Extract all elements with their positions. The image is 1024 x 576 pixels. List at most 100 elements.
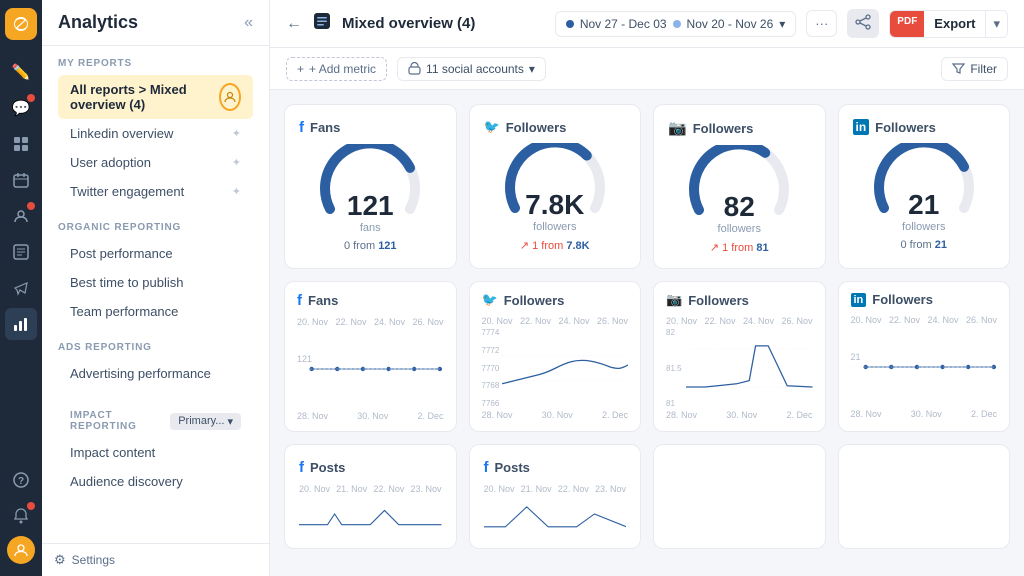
chart-fb-fans-title: Fans (308, 293, 338, 308)
user-action-icon[interactable] (219, 83, 241, 111)
export-button[interactable]: Export (924, 11, 985, 37)
settings-label: Settings (72, 553, 115, 567)
card-instagram-followers: 📷 Followers 82 followers ↗ 1 from 81 (653, 104, 826, 269)
svg-text:?: ? (18, 476, 24, 487)
nav-notifications[interactable] (5, 500, 37, 532)
chart-ig-bottom-labels: 28. Nov30. Nov2. Dec (666, 410, 813, 420)
chart-twitter-followers-title: Followers (504, 293, 565, 308)
sidebar-item-active-report[interactable]: All reports > Mixed overview (4) (58, 75, 253, 119)
toolbar: + + Add metric 11 social accounts ▾ Filt… (270, 48, 1024, 90)
export-arrow-button[interactable]: ▾ (985, 11, 1007, 37)
nav-analytics[interactable] (5, 308, 37, 340)
impact-badge-button[interactable]: Primary... ▾ (170, 413, 241, 430)
chart-twitter-bottom-labels: 28. Nov30. Nov2. Dec (482, 410, 629, 420)
posts-1-x-labels: 20. Nov21. Nov22. Nov23. Nov (299, 484, 442, 494)
chart-instagram-icon: 📷 (666, 292, 682, 308)
team-performance-label: Team performance (70, 304, 178, 319)
sidebar-item-team[interactable]: Team performance (58, 297, 253, 326)
chart-fb-fans: f Fans 20. Nov22. Nov24. Nov26. Nov 121 (284, 281, 457, 432)
topbar: ← Mixed overview (4) Nov 27 - Dec 03 Nov… (270, 0, 1024, 48)
topbar-title: Mixed overview (4) (342, 15, 545, 32)
posts-card-2-header: f Posts (484, 459, 627, 476)
chart-ig-top-labels: 20. Nov22. Nov24. Nov26. Nov (666, 316, 813, 326)
twitter-followers-change: ↗ 1 from 7.8K (520, 239, 590, 252)
inbox-badge (27, 94, 35, 102)
date-dot-secondary (673, 20, 681, 28)
chart-fb-area: 121 (297, 329, 444, 409)
my-reports-label: MY REPORTS (58, 58, 253, 69)
post-performance-label: Post performance (70, 246, 173, 261)
posts-fb-icon-1: f (299, 459, 304, 476)
accounts-label: 11 social accounts (426, 62, 524, 76)
chart-linkedin-followers: in Followers 20. Nov22. Nov24. Nov26. No… (838, 281, 1011, 432)
twitter-pin-icon: ✦ (232, 185, 241, 198)
accounts-button[interactable]: 11 social accounts ▾ (397, 57, 546, 81)
nav-help[interactable]: ? (5, 464, 37, 496)
settings-gear-icon: ⚙ (54, 552, 66, 568)
sidebar-item-best-time[interactable]: Best time to publish (58, 268, 253, 297)
sidebar-item-advertising[interactable]: Advertising performance (58, 359, 253, 388)
sidebar-item-audience[interactable]: Audience discovery (58, 467, 253, 496)
nav-user-alert[interactable] (7, 536, 35, 564)
chart-twitter-followers: 🐦 Followers 20. Nov22. Nov24. Nov26. Nov… (469, 281, 642, 432)
impact-row: IMPACT REPORTING Primary... ▾ (58, 404, 253, 438)
nav-compose[interactable]: ✏️ (5, 56, 37, 88)
impact-badge-label: Primary... (178, 415, 224, 427)
posts-2-x-labels: 20. Nov21. Nov22. Nov23. Nov (484, 484, 627, 494)
instagram-followers-gauge: 82 followers ↗ 1 from 81 (668, 145, 811, 254)
sidebar-collapse-button[interactable]: « (244, 14, 253, 32)
sidebar-header: Analytics « (42, 0, 269, 46)
nav-publishing[interactable] (5, 128, 37, 160)
filter-button[interactable]: Filter (941, 57, 1008, 81)
card-twitter-header: 🐦 Followers (484, 119, 627, 135)
fb-icon: f (299, 119, 304, 136)
posts-card-3 (653, 444, 826, 549)
sidebar-item-twitter[interactable]: Twitter engagement ✦ (58, 177, 253, 206)
linkedin-followers-gauge: 21 followers 0 from 21 (853, 143, 996, 251)
nav-reports[interactable] (5, 236, 37, 268)
card-fb-fans-header: f Fans (299, 119, 442, 136)
chart-twitter-icon: 🐦 (482, 292, 498, 308)
nav-campaigns[interactable] (5, 272, 37, 304)
posts-card-1-title: Posts (310, 460, 345, 475)
sidebar-item-user-adoption[interactable]: User adoption ✦ (58, 148, 253, 177)
more-options-button[interactable]: ··· (806, 10, 837, 37)
chart-twitter-area: 77747772777077687766 (482, 328, 629, 408)
card-linkedin-followers: in Followers 21 followers 0 from 21 (838, 104, 1011, 269)
filter-label: Filter (970, 62, 997, 76)
nav-calendar[interactable] (5, 164, 37, 196)
nav-inbox[interactable]: 💬 (5, 92, 37, 124)
card-linkedin-header: in Followers (853, 119, 996, 135)
user-adoption-pin-icon: ✦ (232, 156, 241, 169)
posts-card-2: f Posts 20. Nov21. Nov22. Nov23. Nov (469, 444, 642, 549)
instagram-followers-label: followers (718, 223, 761, 235)
card-twitter-followers: 🐦 Followers 7.8K followers ↗ 1 from 7.8K (469, 104, 642, 269)
twitter-followers-gauge: 7.8K followers ↗ 1 from 7.8K (484, 143, 627, 252)
sidebar-item-impact-content[interactable]: Impact content (58, 438, 253, 467)
share-button[interactable] (847, 9, 879, 38)
date-range-button[interactable]: Nov 27 - Dec 03 Nov 20 - Nov 26 ▾ (555, 11, 796, 37)
brand-logo[interactable] (5, 8, 37, 40)
accounts-chevron-icon: ▾ (529, 62, 535, 76)
icon-bar: ✏️ 💬 ? (0, 0, 42, 576)
sidebar-settings[interactable]: ⚙ Settings (42, 543, 269, 576)
sidebar-item-post-performance[interactable]: Post performance (58, 239, 253, 268)
impact-content-label: Impact content (70, 445, 155, 460)
add-metric-button[interactable]: + + Add metric (286, 57, 387, 81)
posts-card-4 (838, 444, 1011, 549)
nav-listening[interactable] (5, 200, 37, 232)
my-reports-section: MY REPORTS All reports > Mixed overview … (42, 46, 269, 210)
back-button[interactable]: ← (286, 15, 302, 33)
linkedin-followers-title: Followers (875, 120, 936, 135)
chart-twitter-header: 🐦 Followers (482, 292, 629, 308)
linkedin-icon: in (853, 119, 870, 135)
card-instagram-header: 📷 Followers (668, 119, 811, 137)
sidebar-item-linkedin[interactable]: Linkedin overview ✦ (58, 119, 253, 148)
advertising-label: Advertising performance (70, 366, 211, 381)
audience-label: Audience discovery (70, 474, 183, 489)
twitter-followers-label: followers (525, 221, 584, 233)
chart-twitter-top-labels: 20. Nov22. Nov24. Nov26. Nov (482, 316, 629, 326)
date-range-2: Nov 20 - Nov 26 (687, 17, 774, 31)
chart-fb-top-labels: 20. Nov22. Nov24. Nov26. Nov (297, 317, 444, 327)
chart-li-y-label: 21 (851, 327, 861, 387)
